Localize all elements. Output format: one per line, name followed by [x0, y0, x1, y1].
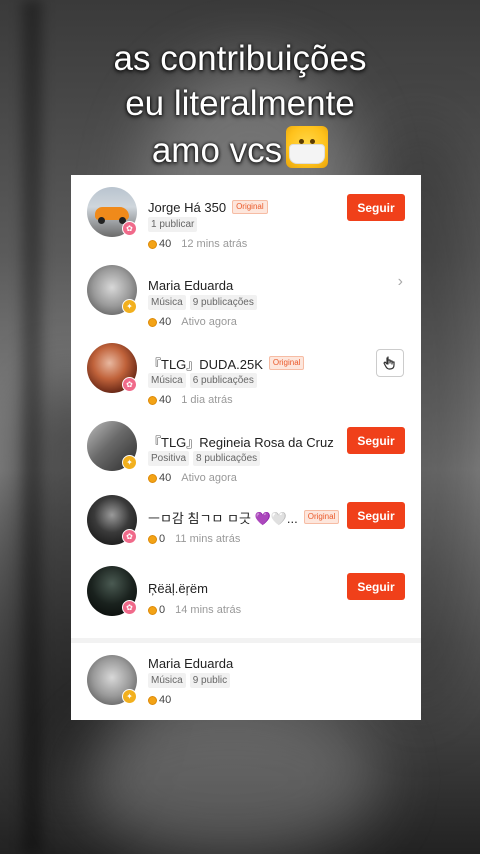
user-name: Maria Eduarda — [148, 277, 234, 293]
caption-line-1: as contribuições — [113, 39, 367, 78]
coin-count: 40 — [159, 694, 172, 706]
tag: 1 publicar — [148, 217, 198, 232]
coin-icon — [148, 534, 157, 544]
coin-count: 40 — [159, 238, 172, 250]
last-active: 1 dia atrás — [181, 394, 233, 406]
level-badge-icon: ✿ — [122, 600, 137, 615]
tag: 9 publicações — [189, 295, 257, 310]
tag: 9 public — [189, 673, 231, 688]
coin-icon — [148, 473, 157, 483]
user-name: Jorge Há 350 — [148, 199, 227, 215]
tag: 6 publicações — [189, 373, 257, 388]
tag: Música — [148, 295, 186, 310]
last-active: Ativo agora — [181, 316, 237, 328]
list-item[interactable]: ✿ Jorge Há 350 Original 1 publicar 40 12… — [71, 181, 421, 251]
user-name: Ŗëäļ.ëŗëm — [148, 580, 208, 596]
coin-icon — [148, 239, 157, 249]
list-item[interactable]: ✿ ㅡㅁ감 침ㄱㅁ ㅁ긋 💜🤍... Original 0 11 mins at… — [71, 489, 421, 559]
last-active: 14 mins atrás — [175, 604, 242, 616]
caption-line-3: amo vcs — [151, 131, 283, 170]
caption-line-2: eu literalmente — [125, 84, 355, 123]
last-active: 11 mins atrás — [175, 533, 241, 545]
coin-icon — [148, 695, 157, 705]
coin-count: 40 — [159, 472, 172, 484]
level-badge-icon: ✿ — [122, 221, 137, 236]
follow-button[interactable]: Seguir — [347, 194, 405, 221]
follow-button[interactable]: Seguir — [347, 427, 405, 454]
overlay-caption: as contribuições eu literalmente amo vcs — [0, 36, 480, 173]
tag: Música — [148, 373, 186, 388]
list-item[interactable]: ✿ 『TLG』DUDA.25K Original Música 6 public… — [71, 337, 421, 407]
last-active: Ativo agora — [181, 472, 237, 484]
user-name: 『TLG』DUDA.25K — [148, 356, 263, 372]
follow-button[interactable]: Seguir — [347, 502, 405, 529]
tag: 8 publicações — [193, 451, 261, 466]
tag: Positiva — [148, 451, 190, 466]
list-item[interactable]: ✦ 『TLG』Regineia Rosa da Cruz Positiva 8 … — [71, 415, 421, 485]
tag: Música — [148, 673, 186, 688]
level-badge-icon: ✦ — [122, 689, 137, 704]
level-badge-icon: ✦ — [122, 299, 137, 314]
section-divider — [71, 638, 421, 643]
chevron-right-icon[interactable]: › — [398, 273, 403, 291]
hand-icon[interactable] — [376, 349, 404, 377]
level-badge-icon: ✿ — [122, 377, 137, 392]
list-item[interactable]: ✦ Maria Eduarda Música 9 public 40 — [71, 649, 421, 719]
level-badge-icon: ✿ — [122, 529, 137, 544]
original-badge: Original — [303, 510, 340, 524]
coin-count: 0 — [159, 604, 166, 616]
original-badge: Original — [232, 200, 268, 214]
user-name: 『TLG』Regineia Rosa da Cruz — [148, 434, 334, 450]
list-item[interactable]: ✿ Ŗëäļ.ëŗëm 0 14 mins atrás Seguir — [71, 560, 421, 630]
follow-button[interactable]: Seguir — [347, 573, 405, 600]
coin-count: 40 — [159, 316, 172, 328]
mask-emoji-icon — [286, 126, 329, 168]
coin-icon — [148, 605, 157, 615]
coin-icon — [148, 395, 157, 405]
user-name: ㅡㅁ감 침ㄱㅁ ㅁ긋 💜🤍... — [148, 510, 298, 526]
original-badge: Original — [268, 356, 305, 370]
level-badge-icon: ✦ — [122, 455, 137, 470]
coin-count: 0 — [159, 533, 166, 545]
user-name: Maria Eduarda — [148, 655, 234, 671]
coin-icon — [148, 317, 157, 327]
last-active: 12 mins atrás — [181, 238, 248, 250]
list-item[interactable]: ✦ Maria Eduarda Música 9 publicações 40 … — [71, 259, 421, 329]
contributors-panel: ✿ Jorge Há 350 Original 1 publicar 40 12… — [71, 175, 421, 720]
coin-count: 40 — [159, 394, 172, 406]
